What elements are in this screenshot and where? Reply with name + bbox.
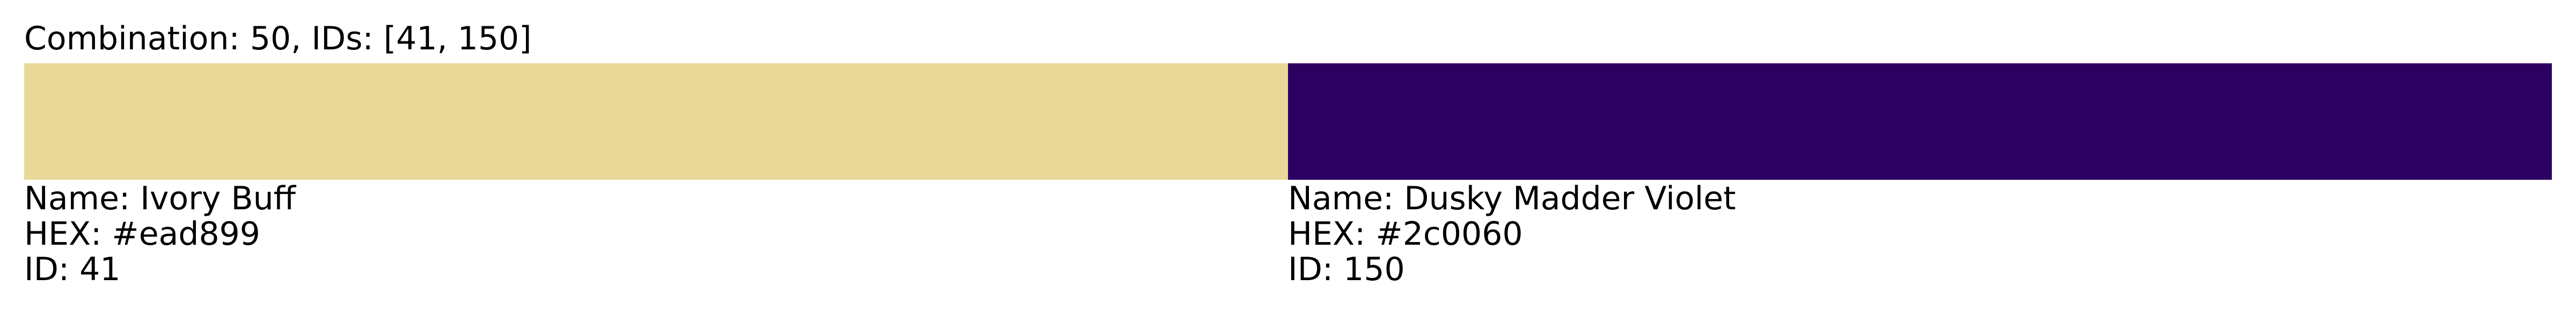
color-id-label: ID: 41 bbox=[24, 251, 121, 288]
color-labels: Name: Ivory Buff HEX: #ead899 ID: 41 Nam… bbox=[24, 181, 2552, 287]
color-hex-label: HEX: #2c0060 bbox=[1288, 215, 1523, 253]
color-id-label: ID: 150 bbox=[1288, 251, 1405, 288]
color-swatch-ivory-buff bbox=[24, 63, 1288, 180]
color-hex-label: HEX: #ead899 bbox=[24, 215, 260, 253]
combination-title: Combination: 50, IDs: [41, 150] bbox=[24, 20, 532, 57]
swatch-bar bbox=[24, 63, 2552, 180]
color-info-dusky-madder-violet: Name: Dusky Madder Violet HEX: #2c0060 I… bbox=[1288, 181, 2552, 287]
color-name-label: Name: Dusky Madder Violet bbox=[1288, 180, 1736, 217]
color-info-ivory-buff: Name: Ivory Buff HEX: #ead899 ID: 41 bbox=[24, 181, 1288, 287]
color-swatch-dusky-madder-violet bbox=[1288, 63, 2552, 180]
color-name-label: Name: Ivory Buff bbox=[24, 180, 296, 217]
